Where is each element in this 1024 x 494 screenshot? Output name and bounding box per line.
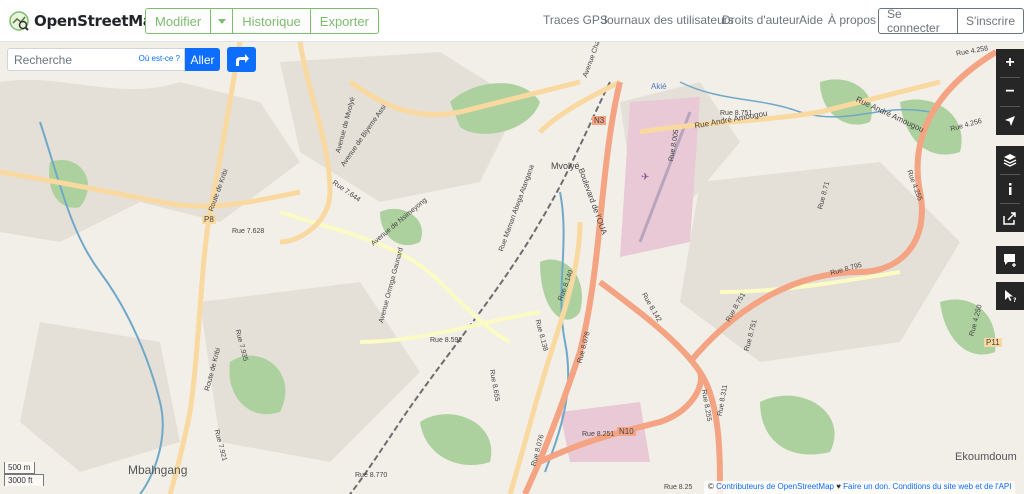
svg-text:?: ? xyxy=(1013,297,1017,303)
nav-link-gps-traces[interactable]: Traces GPS xyxy=(543,13,608,27)
map-key-button[interactable] xyxy=(996,175,1024,203)
airport-icon: ✈ xyxy=(641,172,650,183)
road-badge-n10: N10 xyxy=(617,427,636,436)
scale-imperial: 3000 ft xyxy=(4,474,44,486)
note-controls xyxy=(996,246,1024,274)
map-scale: 500 m 3000 ft xyxy=(4,462,44,486)
map-canvas[interactable]: Mvolyé Mbalngang Ekoumdoum N3 N10 P8 P11… xyxy=(0,42,1024,494)
info-icon xyxy=(1009,183,1012,195)
query-controls: ? xyxy=(996,282,1024,310)
terms-link[interactable]: Conditions du site web et de l'API xyxy=(890,482,1012,491)
osm-logo-icon xyxy=(9,10,29,31)
edit-button-group: Modifier Historique Exporter xyxy=(145,8,379,34)
nav-link-about[interactable]: À propos xyxy=(828,13,876,27)
map-attribution: © Contributeurs de OpenStreetMap ♥ Faire… xyxy=(704,481,1016,494)
search-go-button[interactable]: Aller xyxy=(185,48,220,71)
caret-down-icon xyxy=(217,18,226,24)
where-is-this-link[interactable]: Où est-ce ? xyxy=(139,54,180,63)
history-button[interactable]: Historique xyxy=(233,8,311,34)
map-label-rue-7628: Rue 7.628 xyxy=(232,228,265,235)
attribution-heart: ♥ xyxy=(833,482,844,491)
login-button[interactable]: Se connecter xyxy=(878,7,959,35)
map-label-rue-8251: Rue 8.251 xyxy=(582,431,615,438)
share-icon xyxy=(1003,212,1016,225)
search-bar: Où est-ce ? Aller xyxy=(7,47,256,72)
query-features-button[interactable]: ? xyxy=(996,282,1024,310)
top-navbar: OpenStreetMap Modifier Historique Export… xyxy=(0,0,1024,42)
map-label-rue-8829: Rue 8.25 xyxy=(664,484,693,491)
zoom-in-button[interactable]: + xyxy=(996,49,1024,77)
edit-button[interactable]: Modifier xyxy=(145,8,212,34)
locate-button[interactable] xyxy=(996,107,1024,135)
scale-metric: 500 m xyxy=(4,462,35,474)
map-label-mvolye: Mvolyé xyxy=(551,161,580,171)
directions-icon xyxy=(235,53,249,66)
zoom-controls: + − xyxy=(996,49,1024,135)
layer-controls xyxy=(996,146,1024,232)
search-input[interactable] xyxy=(8,49,128,70)
road-badge-n3: N3 xyxy=(592,116,607,125)
layers-icon xyxy=(1003,154,1017,167)
map-label-akie: Akié xyxy=(651,82,667,91)
attribution-prefix: © xyxy=(708,482,717,491)
map-label-ekoumdoum: Ekoumdoum xyxy=(955,451,1017,463)
road-badge-p8: P8 xyxy=(202,215,216,224)
zoom-out-button[interactable]: − xyxy=(996,78,1024,106)
map-label-rue-8770: Rue 8.770 xyxy=(355,472,388,479)
signup-button[interactable]: S'inscrire xyxy=(958,8,1024,34)
nav-link-help[interactable]: Aide xyxy=(799,13,823,27)
export-button[interactable]: Exporter xyxy=(310,8,379,34)
map-label-rue-8751b: Rue 8.751 xyxy=(720,110,753,117)
location-arrow-icon xyxy=(1005,116,1015,126)
map-label-mbalngang: Mbalngang xyxy=(128,463,188,477)
donate-link[interactable]: Faire un don. xyxy=(843,482,890,491)
nav-link-user-diaries[interactable]: Journaux des utilisateurs xyxy=(601,13,734,27)
attribution-contributors-link[interactable]: Contributeurs de OpenStreetMap xyxy=(716,482,834,491)
map-label-rue-8592: Rue 8.592 xyxy=(430,337,463,344)
brand-link[interactable]: OpenStreetMap xyxy=(9,10,164,31)
brand-name: OpenStreetMap xyxy=(34,11,164,30)
search-field-wrapper: Où est-ce ? xyxy=(7,48,185,71)
road-badge-p11: P11 xyxy=(984,338,1002,347)
share-button[interactable] xyxy=(996,204,1024,232)
directions-button[interactable] xyxy=(227,47,256,72)
add-note-button[interactable] xyxy=(996,246,1024,274)
add-note-icon xyxy=(1004,254,1016,267)
user-button-group: Se connecter S'inscrire xyxy=(878,7,1024,35)
nav-link-copyright[interactable]: Droits d'auteur xyxy=(722,13,800,27)
edit-dropdown-toggle[interactable] xyxy=(211,8,234,34)
query-cursor-icon: ? xyxy=(1005,290,1017,303)
layers-button[interactable] xyxy=(996,146,1024,174)
